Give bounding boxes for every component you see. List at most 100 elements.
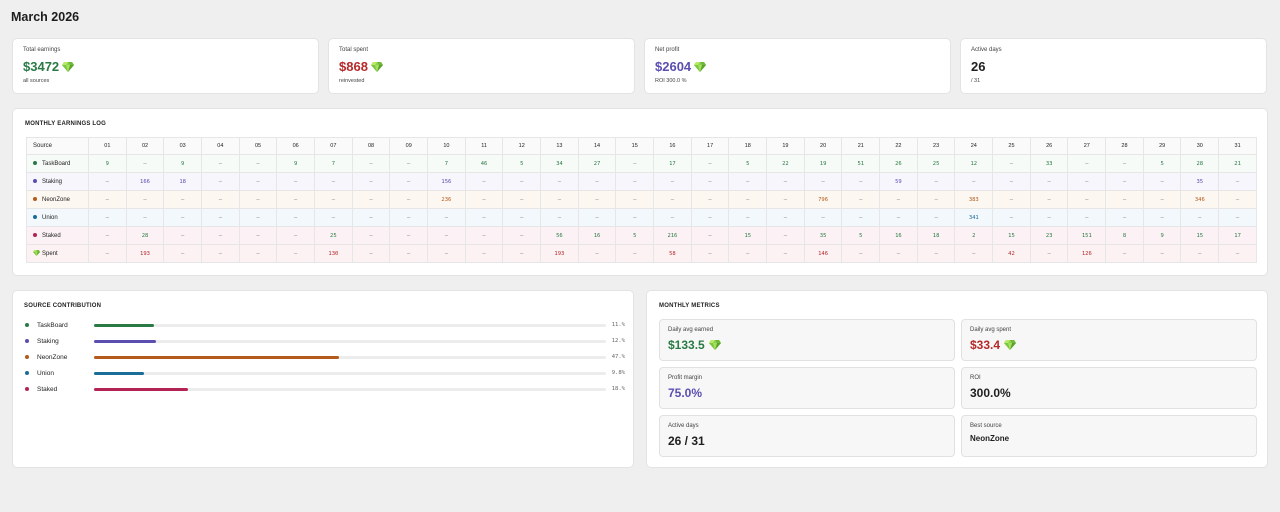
table-cell: 193 [540, 244, 579, 263]
metric-value: NeonZone [970, 434, 1010, 443]
table-cell: – [916, 190, 956, 209]
day-column-header: 07 [314, 137, 353, 155]
table-cell: – [1029, 172, 1069, 191]
table-cell: – [992, 154, 1031, 173]
contribution-bar-fill [94, 387, 188, 391]
table-row: NeonZone – – – – – – – – –236– – – – – – – – –796– – –383– –… [26, 190, 1257, 209]
table-cell: 130 [314, 244, 353, 263]
source-name: Union [42, 214, 58, 221]
source-color-dot [33, 178, 37, 183]
table-cell: – [690, 172, 730, 191]
source-color-dot [33, 196, 37, 201]
table-cell: – [690, 208, 730, 227]
table-cell: 8 [1105, 226, 1144, 245]
table-cell: – [1218, 172, 1257, 191]
table-cell: – [125, 154, 165, 173]
contribution-row: Staking 12.% [25, 336, 625, 346]
metric-value: 26 / 31 [668, 434, 705, 448]
table-cell: – [1218, 208, 1257, 227]
metric-value: $133.5 [668, 338, 946, 352]
day-column-header: 31 [1218, 137, 1257, 155]
table-cell: – [88, 172, 127, 191]
table-cell: – [1142, 244, 1182, 263]
table-cell: – [653, 208, 692, 227]
table-cell: – [1142, 172, 1182, 191]
table-cell: – [916, 244, 956, 263]
table-cell: 26 [879, 154, 918, 173]
table-cell: – [577, 172, 617, 191]
contribution-bar-track [94, 355, 606, 359]
table-cell: – [1067, 208, 1107, 227]
day-column-header: 14 [577, 137, 617, 155]
table-cell: – [201, 244, 240, 263]
day-column-header: 20 [803, 137, 843, 155]
contribution-row: Staked 18.% [25, 384, 625, 394]
metric-tile: Active days 26 / 31 [659, 415, 955, 457]
table-cell: – [201, 154, 240, 173]
table-cell: – [1105, 154, 1144, 173]
stat-value: $868 [339, 59, 624, 74]
stat-label: Total spent [339, 47, 369, 53]
table-cell: – [879, 208, 918, 227]
table-cell: – [427, 226, 466, 245]
table-cell: – [653, 172, 692, 191]
table-cell: 5 [728, 154, 768, 173]
table-cell: – [389, 244, 429, 263]
table-cell: 28 [1180, 154, 1220, 173]
day-column-header: 26 [1029, 137, 1069, 155]
source-name: Spent [42, 250, 58, 257]
table-cell: 25 [916, 154, 956, 173]
table-cell: – [1180, 208, 1220, 227]
table-cell: – [841, 172, 881, 191]
table-cell: – [916, 172, 956, 191]
table-cell: 7 [314, 154, 353, 173]
table-cell: – [540, 208, 579, 227]
table-cell: 156 [427, 172, 466, 191]
table-cell: 5 [1142, 154, 1182, 173]
day-column-header: 30 [1180, 137, 1220, 155]
gem-icon [694, 61, 707, 72]
table-cell: – [1180, 244, 1220, 263]
table-cell: 46 [464, 154, 504, 173]
monthly-metrics-card: MONTHLY METRICS Daily avg earned $133.5 Da… [646, 290, 1268, 468]
table-cell: 22 [766, 154, 805, 173]
source-name-cell: Staking [26, 172, 89, 191]
day-column-header: 04 [201, 137, 240, 155]
table-cell: – [276, 208, 316, 227]
table-cell: – [163, 226, 203, 245]
table-cell: – [540, 190, 579, 209]
table-cell: – [690, 244, 730, 263]
table-cell: – [653, 190, 692, 209]
table-cell: – [201, 172, 240, 191]
table-cell: – [1105, 190, 1144, 209]
table-cell: 21 [1218, 154, 1257, 173]
gem-icon [708, 340, 721, 350]
day-column-header: 28 [1105, 137, 1144, 155]
table-cell: – [389, 208, 429, 227]
table-cell: – [351, 226, 391, 245]
table-cell: 34 [540, 154, 579, 173]
table-cell: – [389, 172, 429, 191]
table-cell: 56 [540, 226, 579, 245]
table-cell: – [427, 244, 466, 263]
stat-subtext: all sources [23, 78, 50, 84]
source-name: NeonZone [42, 196, 71, 203]
source-color-dot [25, 387, 29, 391]
table-cell: – [389, 154, 429, 173]
table-cell: 146 [803, 244, 843, 263]
metric-label: Profit margin [668, 375, 703, 381]
source-name-cell: Union [26, 208, 89, 227]
table-cell: – [577, 208, 617, 227]
table-cell: 7 [427, 154, 466, 173]
day-column-header: 09 [389, 137, 429, 155]
table-cell: 126 [1067, 244, 1107, 263]
source-name: Staking [42, 178, 63, 185]
table-cell: – [427, 208, 466, 227]
stat-card: Active days 26 / 31 [960, 38, 1267, 94]
table-cell: – [88, 190, 127, 209]
table-cell: – [615, 154, 655, 173]
metric-label: Best source [970, 423, 1002, 429]
stat-subtext: ROI 300.0 % [655, 78, 687, 84]
table-cell: – [916, 208, 956, 227]
table-cell: 35 [1180, 172, 1220, 191]
